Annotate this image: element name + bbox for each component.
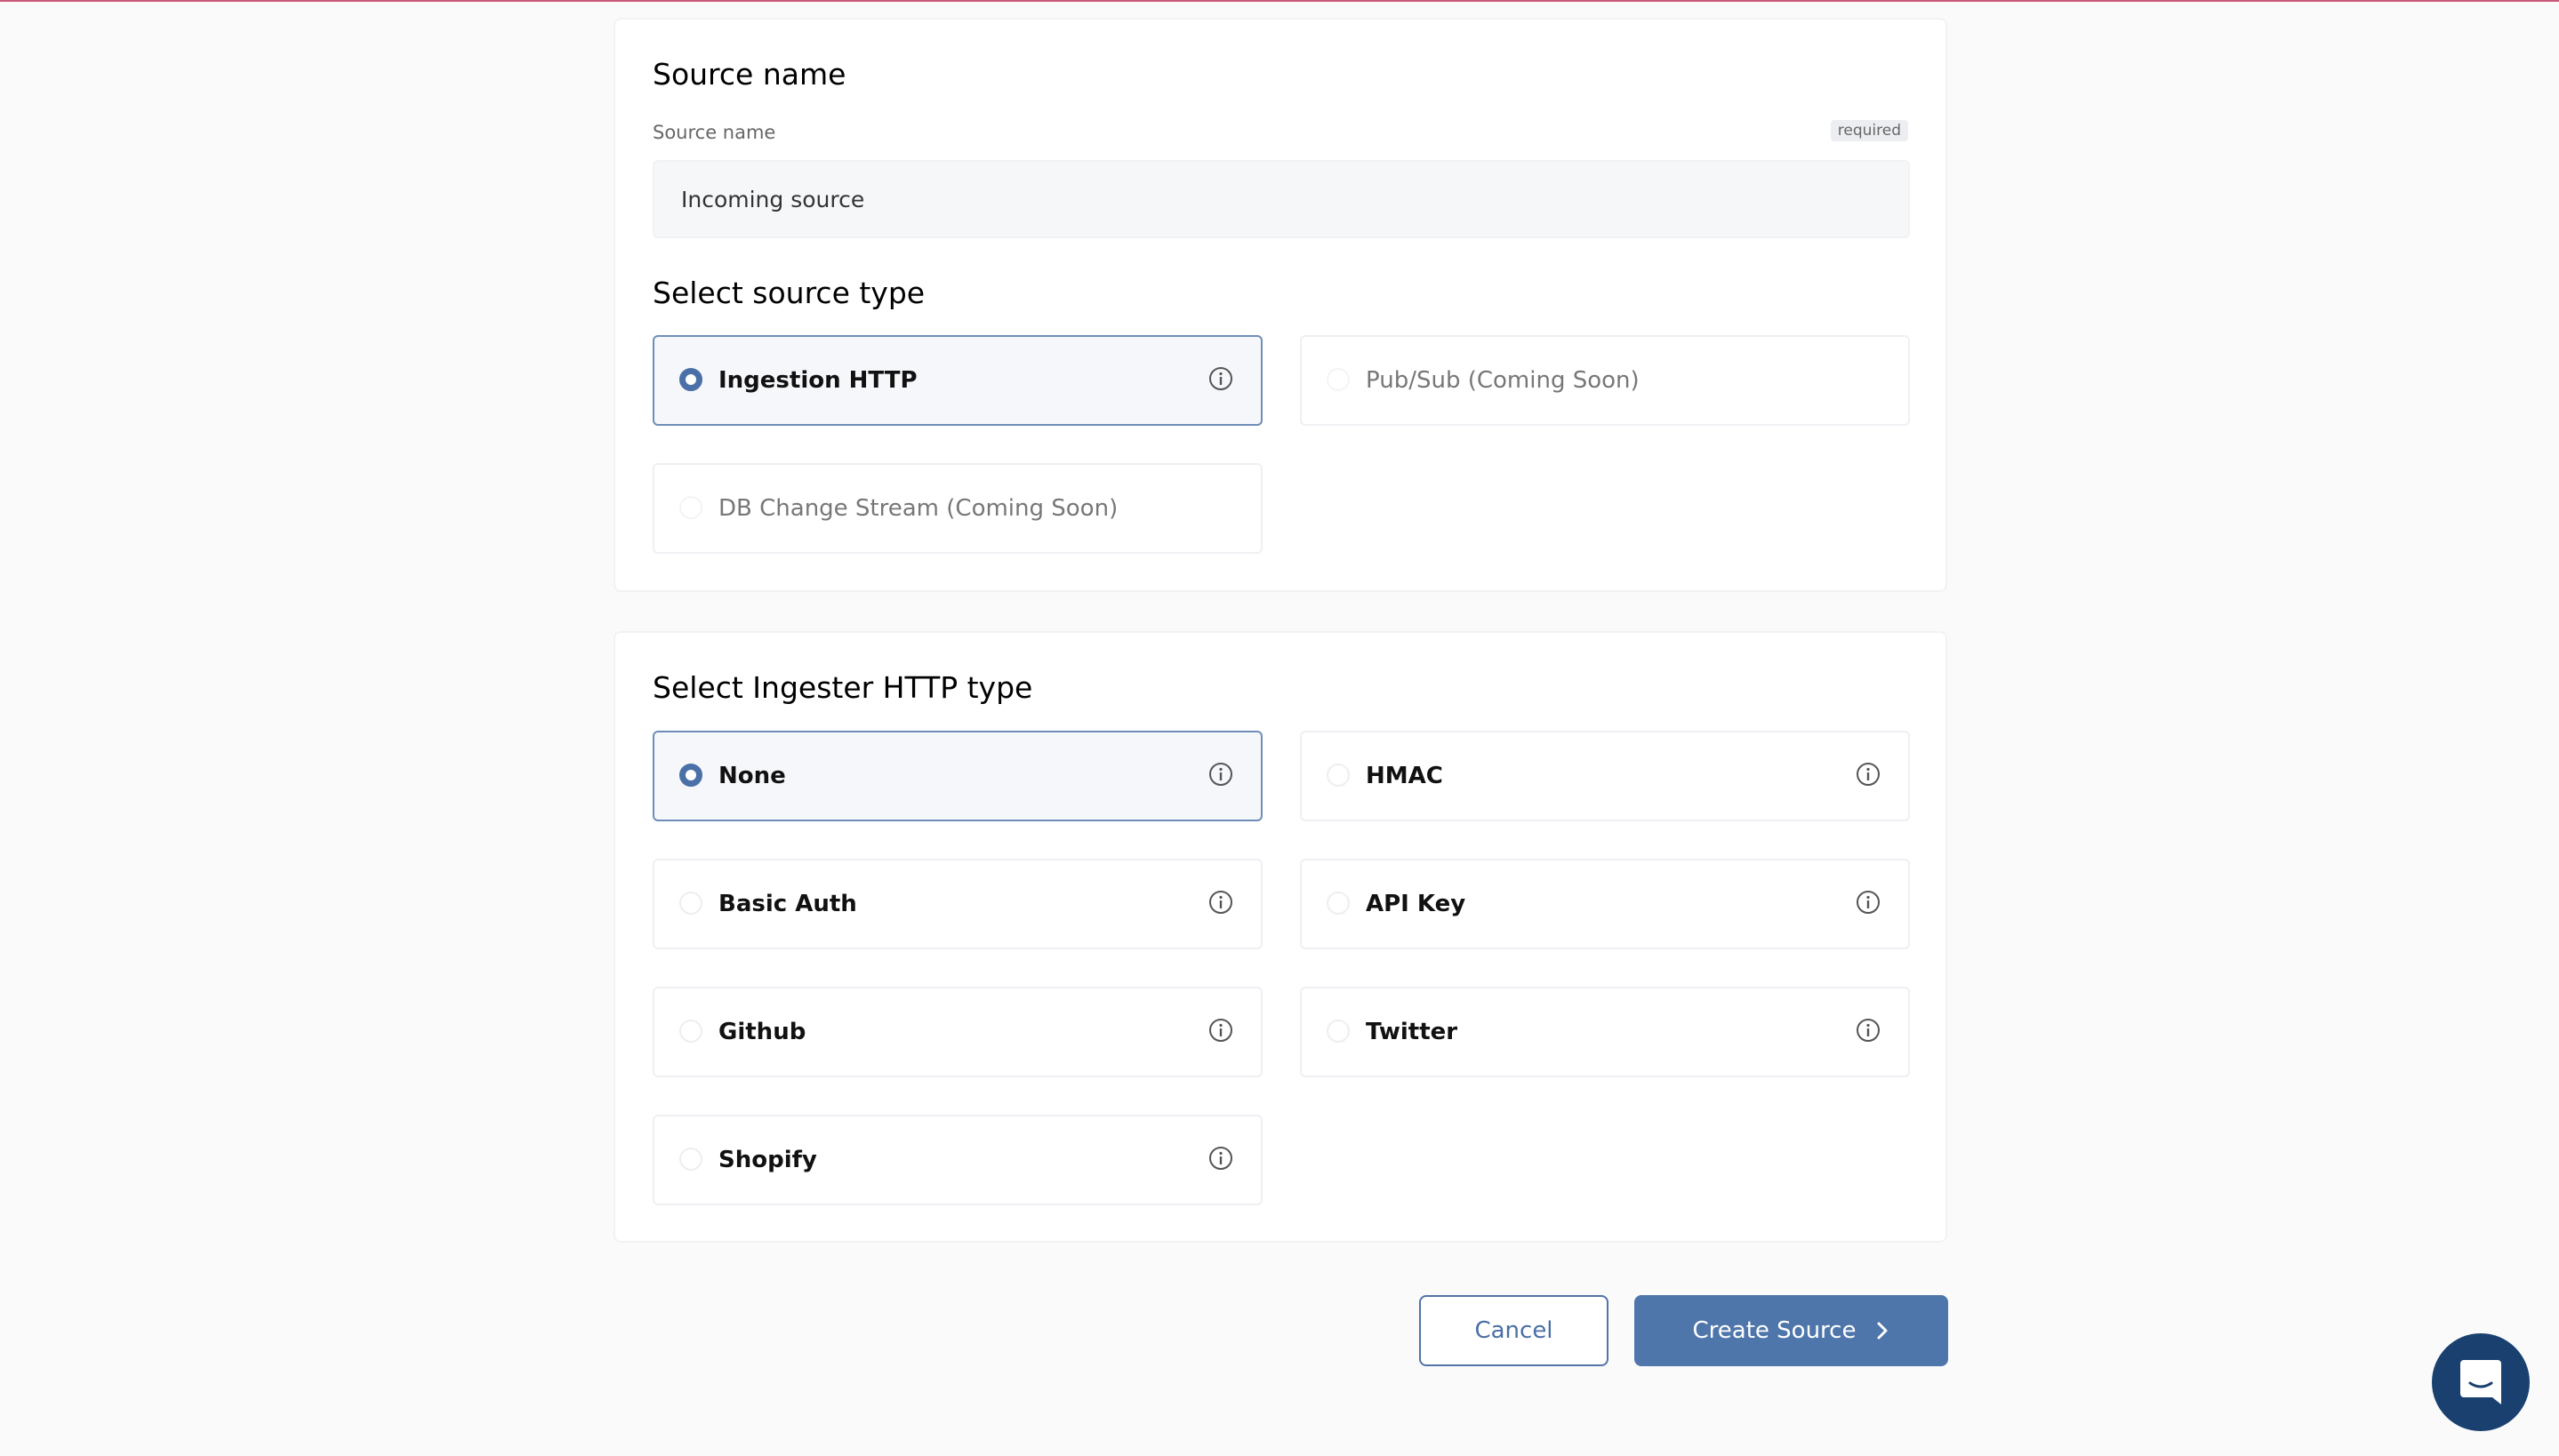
cancel-button[interactable]: Cancel — [1419, 1295, 1608, 1366]
radio-button[interactable] — [679, 764, 702, 787]
ingester-option-api-key[interactable]: API Key — [1300, 859, 1910, 949]
source-name-heading: Source name — [653, 57, 846, 92]
create-source-button[interactable]: Create Source — [1634, 1295, 1948, 1366]
source-type-heading: Select source type — [653, 276, 926, 310]
ingester-type-card: Select Ingester HTTP type None HMAC Basi… — [614, 631, 1947, 1243]
radio-button[interactable] — [1327, 1020, 1350, 1043]
radio-button — [1327, 368, 1350, 391]
source-type-db-change-stream: DB Change Stream (Coming Soon) — [653, 463, 1263, 554]
info-icon[interactable] — [1207, 761, 1234, 788]
source-name-input[interactable] — [653, 160, 1910, 238]
option-label: API Key — [1366, 891, 1466, 917]
cancel-button-label: Cancel — [1474, 1317, 1553, 1344]
info-icon[interactable] — [1855, 1017, 1881, 1044]
option-label: HMAC — [1366, 763, 1443, 789]
radio-button[interactable] — [679, 1020, 702, 1043]
ingester-option-github[interactable]: Github — [653, 987, 1263, 1077]
option-label: Basic Auth — [718, 891, 857, 917]
option-label: Pub/Sub (Coming Soon) — [1366, 367, 1640, 394]
source-details-card: Source name Source name required Select … — [614, 18, 1947, 592]
ingester-option-basic-auth[interactable]: Basic Auth — [653, 859, 1263, 949]
info-icon[interactable] — [1855, 761, 1881, 788]
create-source-button-label: Create Source — [1692, 1317, 1857, 1344]
chevron-right-icon — [1877, 1322, 1888, 1340]
ingester-option-shopify[interactable]: Shopify — [653, 1115, 1263, 1205]
ingester-type-heading: Select Ingester HTTP type — [653, 670, 1033, 705]
source-type-ingestion-http[interactable]: Ingestion HTTP — [653, 335, 1263, 426]
radio-button — [679, 496, 702, 519]
option-label: Shopify — [718, 1147, 817, 1173]
info-icon[interactable] — [1855, 889, 1881, 916]
required-badge: required — [1830, 120, 1908, 141]
radio-button[interactable] — [679, 892, 702, 915]
info-icon[interactable] — [1207, 889, 1234, 916]
ingester-option-hmac[interactable]: HMAC — [1300, 731, 1910, 821]
radio-button[interactable] — [679, 1148, 702, 1171]
option-label: Twitter — [1366, 1019, 1458, 1045]
source-type-pubsub: Pub/Sub (Coming Soon) — [1300, 335, 1910, 426]
radio-button[interactable] — [1327, 892, 1350, 915]
info-icon[interactable] — [1207, 365, 1234, 392]
info-icon[interactable] — [1207, 1145, 1234, 1172]
chat-launcher-button[interactable] — [2432, 1333, 2530, 1431]
option-label: None — [718, 763, 786, 789]
ingester-option-none[interactable]: None — [653, 731, 1263, 821]
radio-button[interactable] — [679, 368, 702, 391]
chat-bubble-icon — [2460, 1360, 2501, 1404]
info-icon[interactable] — [1207, 1017, 1234, 1044]
option-label: Ingestion HTTP — [718, 367, 918, 394]
ingester-option-twitter[interactable]: Twitter — [1300, 987, 1910, 1077]
radio-button[interactable] — [1327, 764, 1350, 787]
option-label: Github — [718, 1019, 806, 1045]
top-accent-line — [0, 0, 2559, 2]
option-label: DB Change Stream (Coming Soon) — [718, 495, 1119, 522]
source-name-label: Source name — [653, 122, 776, 143]
